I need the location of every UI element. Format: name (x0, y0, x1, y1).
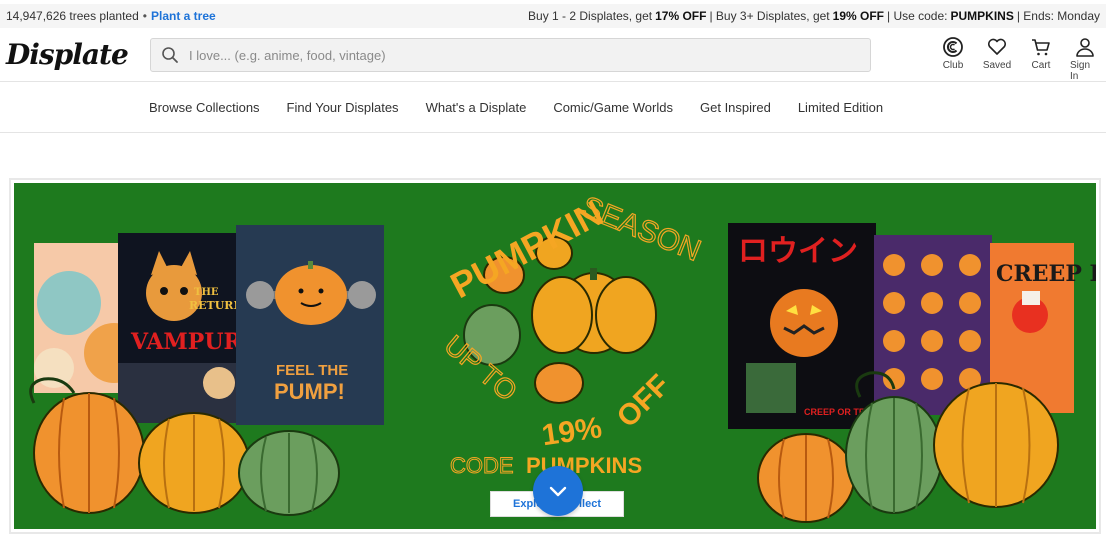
plant-a-tree-link[interactable]: Plant a tree (151, 9, 216, 23)
header-actions: Club Saved Cart Sign In (938, 36, 1100, 82)
promo-discount-2: 19% OFF (832, 9, 884, 23)
vampurr-title-1: THE (194, 287, 219, 298)
saved-label: Saved (982, 60, 1012, 71)
announcement-bar: 14,947,626 trees planted • Plant a tree … (0, 4, 1106, 28)
cart-label: Cart (1031, 60, 1051, 71)
feel-the-text: FEEL THE (276, 362, 348, 379)
saved-button[interactable]: Saved (982, 36, 1012, 82)
search-input[interactable] (189, 47, 849, 63)
hero-banner-frame: THE RETURN VAMPURR FEEL THE PUMP! PUMPKI… (9, 178, 1101, 534)
nav-limited-edition[interactable]: Limited Edition (798, 100, 883, 115)
site-header: Displate Club Saved (0, 29, 1106, 82)
main-nav: Browse Collections Find Your Displates W… (0, 83, 1106, 133)
bullet-separator: • (142, 9, 147, 23)
creep-real-text: CREEP REAL (996, 261, 1096, 287)
code-label: CODE (450, 453, 514, 478)
pump-text: PUMP! (274, 379, 345, 404)
nav-find-your-displates[interactable]: Find Your Displates (287, 100, 399, 115)
club-label: Club (942, 60, 964, 71)
vampurr-title-2: RETURN (189, 299, 244, 312)
pumpkin-season-banner[interactable]: THE RETURN VAMPURR FEEL THE PUMP! PUMPKI… (14, 183, 1096, 529)
club-button[interactable]: Club (938, 36, 968, 82)
trees-planted-text: 14,947,626 trees planted (6, 9, 139, 23)
cart-icon (1032, 39, 1050, 56)
promo-separator-1: | Buy 3+ Displates, get (709, 9, 830, 23)
promo-code: PUMPKINS (950, 9, 1014, 23)
user-icon (1076, 38, 1094, 57)
club-icon (943, 37, 963, 57)
promo-part-1: Buy 1 - 2 Displates, get (528, 9, 653, 23)
heart-icon (987, 38, 1007, 55)
search-icon[interactable] (161, 46, 179, 64)
poster-halloween-japanese: ロウイン CREEP OR TREAT!! (728, 223, 889, 429)
sign-in-button[interactable]: Sign In (1070, 36, 1100, 82)
search-bar[interactable] (150, 38, 871, 72)
cart-button[interactable]: Cart (1026, 36, 1056, 82)
promo-separator-2: | Use code: (887, 9, 948, 23)
nav-get-inspired[interactable]: Get Inspired (700, 100, 771, 115)
promo-ends: | Ends: Monday (1016, 9, 1100, 23)
nav-browse-collections[interactable]: Browse Collections (149, 100, 260, 115)
scroll-down-button[interactable] (533, 466, 583, 516)
nav-whats-a-displate[interactable]: What's a Displate (426, 100, 527, 115)
promo-text: Buy 1 - 2 Displates, get 17% OFF | Buy 3… (528, 9, 1100, 23)
promo-discount-1: 17% OFF (655, 9, 707, 23)
poster-feel-the-pump: FEEL THE PUMP! (236, 225, 384, 425)
trees-counter: 14,947,626 trees planted • Plant a tree (6, 9, 216, 23)
displate-logo[interactable]: Displate (6, 38, 129, 71)
nav-comic-game-worlds[interactable]: Comic/Game Worlds (553, 100, 673, 115)
chevron-down-icon (549, 486, 567, 497)
sign-in-label: Sign In (1070, 60, 1091, 82)
japanese-title: ロウイン (738, 234, 858, 269)
